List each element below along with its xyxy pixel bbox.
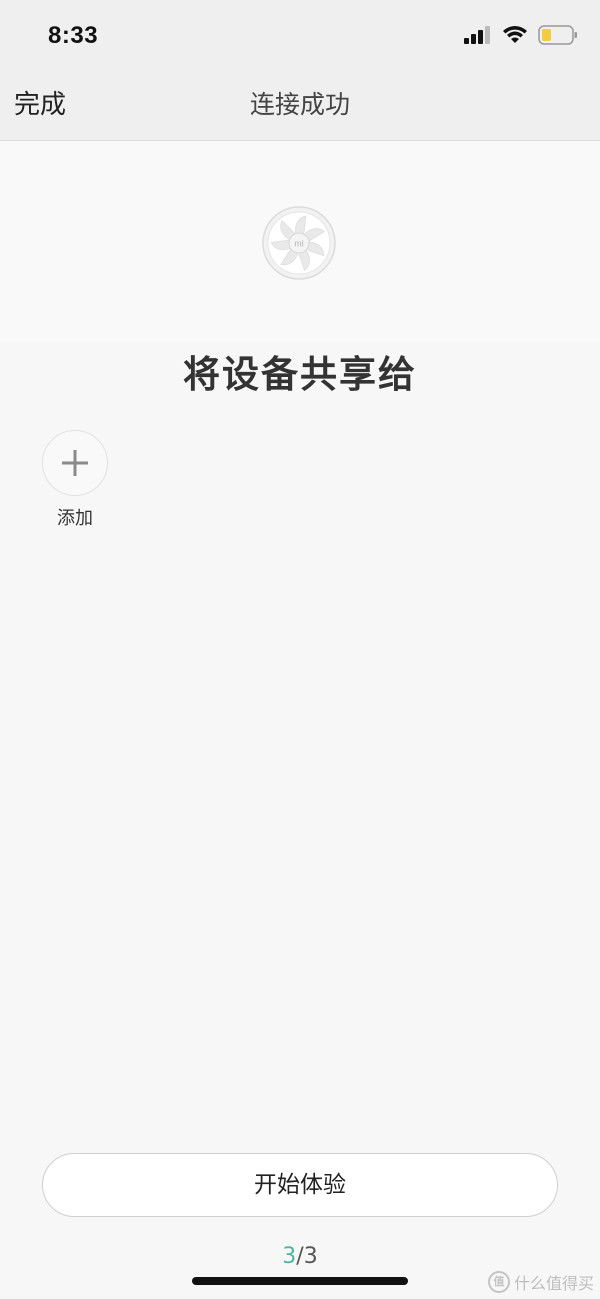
fan-device-icon: mi <box>262 206 336 280</box>
watermark: 值 什么值得买 <box>487 1270 594 1294</box>
add-user-button[interactable] <box>42 430 108 496</box>
page-title: 连接成功 <box>249 90 350 119</box>
watermark-text: 什么值得买 <box>513 1274 594 1293</box>
device-logo-text: mi <box>294 239 304 249</box>
page-total: /3 <box>296 1244 318 1269</box>
start-experience-button[interactable]: 开始体验 <box>42 1153 558 1217</box>
page-current: 3 <box>282 1244 297 1269</box>
status-bar: 8:33 <box>0 0 600 72</box>
wifi-icon <box>502 25 528 49</box>
battery-icon <box>538 25 578 49</box>
status-icons <box>464 24 578 50</box>
page-indicator: 3/3 <box>0 1244 600 1269</box>
home-indicator[interactable] <box>192 1277 408 1285</box>
cellular-signal-icon <box>464 26 492 48</box>
add-user-label: 添加 <box>57 508 93 529</box>
share-heading: 将设备共享给 <box>183 353 417 396</box>
navigation-bar: 完成 连接成功 <box>0 72 600 141</box>
watermark-badge-icon: 值 <box>487 1271 510 1293</box>
status-time: 8:33 <box>48 22 99 49</box>
